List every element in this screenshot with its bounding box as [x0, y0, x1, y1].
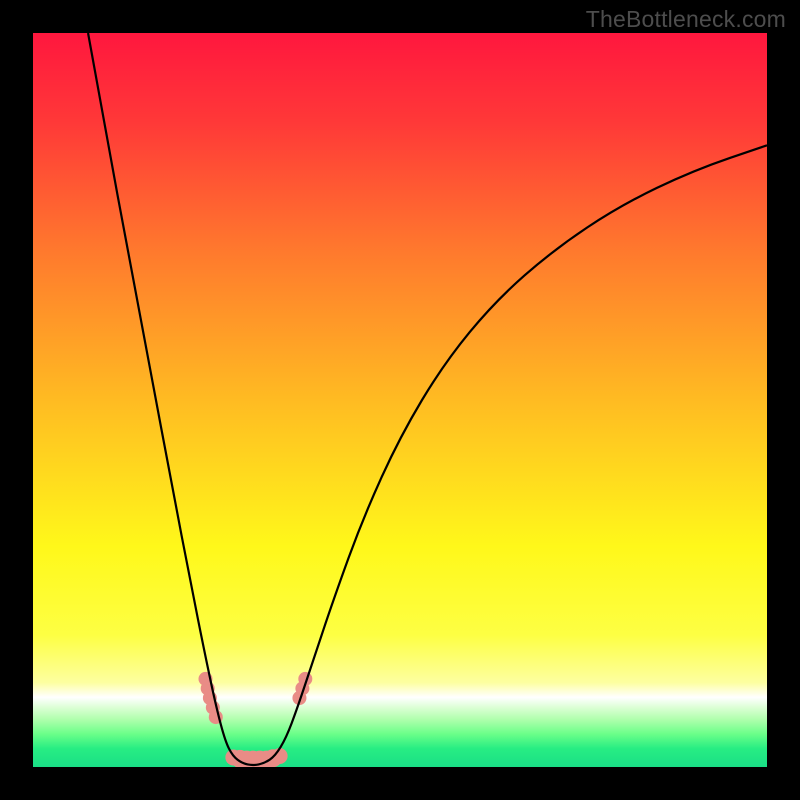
plot-area	[33, 33, 767, 767]
curve-layer	[33, 33, 767, 767]
markers-group	[198, 672, 312, 767]
chart-frame: TheBottleneck.com	[0, 0, 800, 800]
bottleneck-curve	[88, 33, 767, 765]
watermark-text: TheBottleneck.com	[586, 6, 786, 33]
